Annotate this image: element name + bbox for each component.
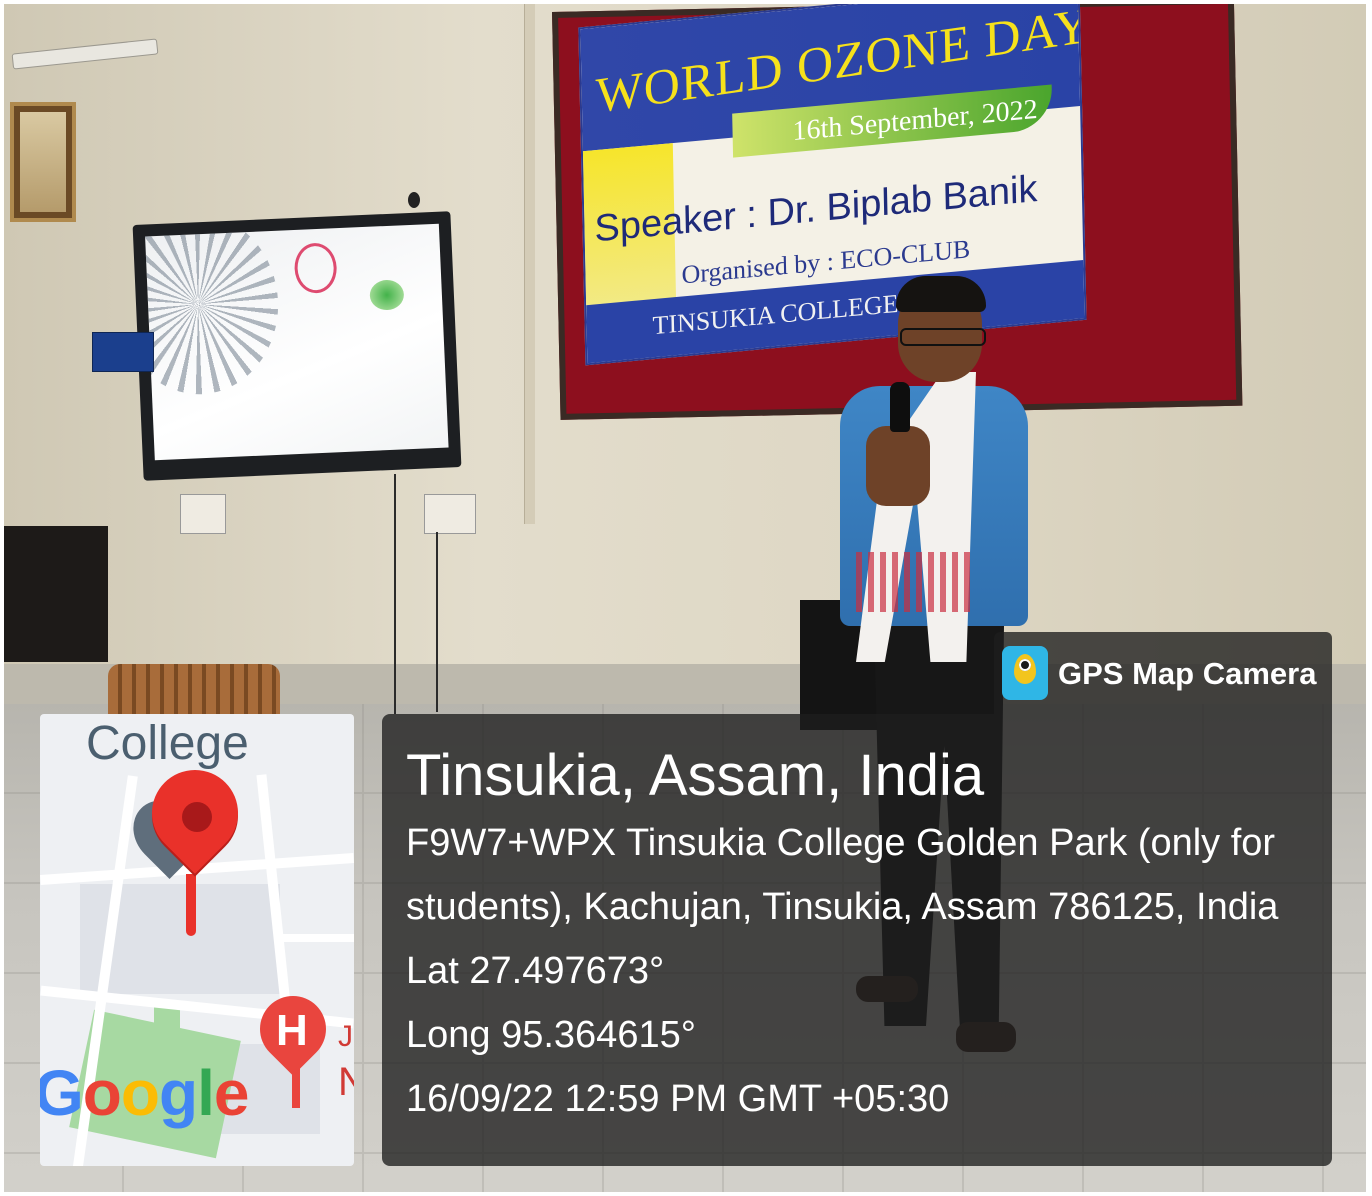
map-place-label: College [86, 717, 249, 770]
timestamp: 16/09/22 12:59 PM GMT +05:30 [406, 1078, 950, 1120]
location-title: Tinsukia, Assam, India [406, 743, 985, 808]
gps-badge-label: GPS Map Camera [1058, 656, 1317, 691]
microphone [890, 382, 910, 432]
latitude: Lat 27.497673° [406, 950, 665, 992]
hospital-letter: H [276, 1006, 308, 1055]
gps-badge: GPS Map Camera [994, 632, 1332, 714]
wall-pipe [524, 4, 535, 524]
map-edge-label: J [338, 1020, 353, 1053]
address-line-2: students), Kachujan, Tinsukia, Assam 786… [406, 886, 1279, 928]
tv-display [132, 211, 462, 481]
map-edge-label: N [338, 1060, 354, 1104]
google-logo: Google [40, 1057, 249, 1129]
power-socket [180, 494, 226, 534]
address-line-1: F9W7+WPX Tinsukia College Golden Park (o… [406, 822, 1276, 864]
tv-screen [145, 223, 449, 461]
caution-sign [92, 332, 154, 372]
webcam [408, 192, 420, 208]
map-thumbnail: College H J N Google [40, 714, 354, 1166]
gps-map-camera-icon [1002, 646, 1048, 700]
power-socket [424, 494, 476, 534]
longitude: Long 95.364615° [406, 1014, 696, 1056]
location-info-box: Tinsukia, Assam, India F9W7+WPX Tinsukia… [382, 714, 1332, 1166]
cabinet [4, 526, 108, 662]
wall-portrait [10, 102, 76, 222]
cable [436, 532, 438, 712]
cable [394, 474, 396, 714]
